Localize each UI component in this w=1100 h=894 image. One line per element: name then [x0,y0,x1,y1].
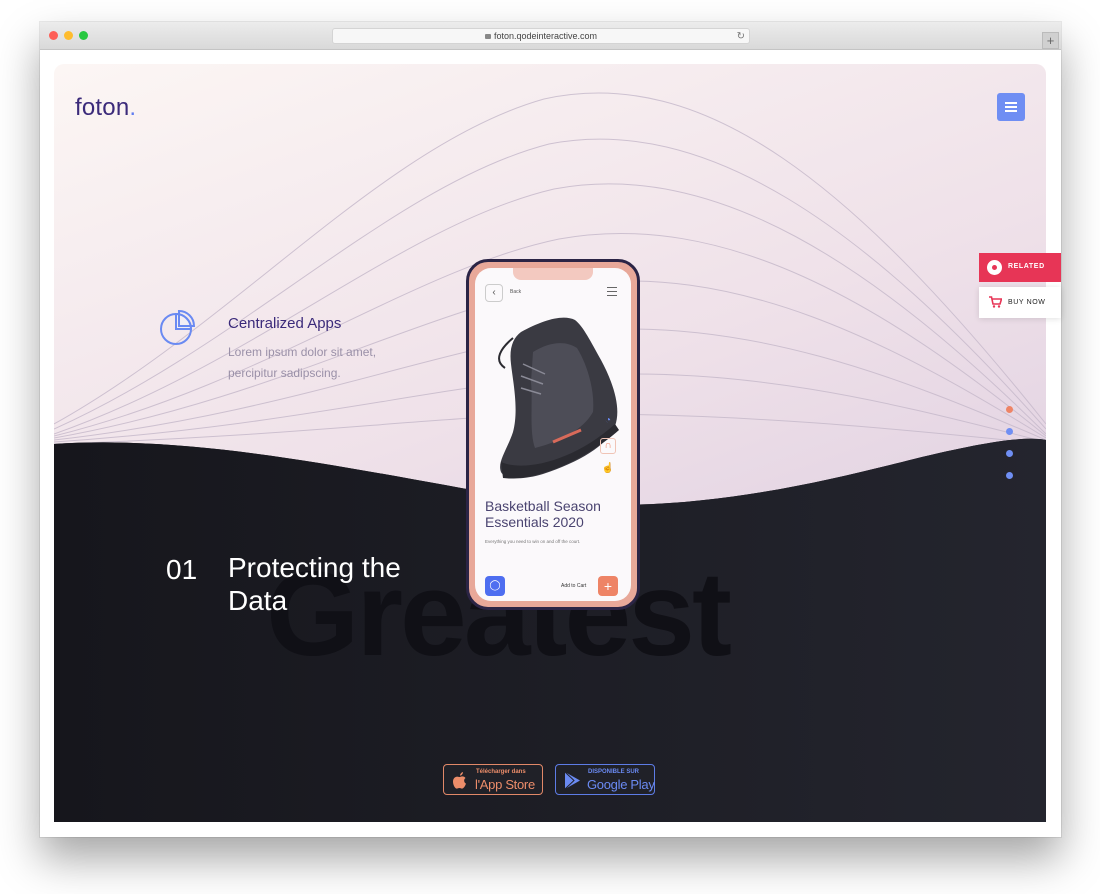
buy-now-label: BUY NOW [1008,299,1046,306]
slide-dot-1[interactable] [1006,406,1013,413]
add-to-cart-button[interactable]: + [598,576,618,596]
chevron-left-icon[interactable]: ‹ [485,284,503,302]
close-window-button[interactable] [49,31,58,40]
logo-dot: . [129,94,137,121]
pie-chart-icon[interactable]: ◔ [600,414,616,430]
slide-dot-2[interactable] [1006,428,1013,435]
related-button[interactable]: RELATED [979,253,1061,282]
browser-titlebar: foton.qodeinteractive.com ↻ + [40,22,1061,50]
add-to-cart-label[interactable]: Add to Cart [561,583,586,589]
feature-title: Centralized Apps [228,315,342,332]
reload-icon[interactable]: ↻ [737,30,745,44]
logo-text: foton [75,94,130,121]
related-label: RELATED [1008,263,1045,270]
product-title: Basketball Season Essentials 2020 [485,498,601,530]
section-heading: Protecting the Data [228,552,401,616]
google-play-icon [564,771,580,790]
apple-icon [453,772,466,789]
back-label: Back [510,289,522,295]
website-viewport: foton. Centralized Apps Lorem ipsum dolo… [54,64,1046,822]
minimize-window-button[interactable] [64,31,73,40]
headphones-icon[interactable]: ∩ [600,438,616,454]
google-play-small-text: DISPONIBLE SUR [588,769,640,775]
app-store-badge[interactable]: Télécharger dans l'App Store [443,764,543,795]
cart-icon [989,296,1002,308]
related-icon [987,260,1002,275]
hamburger-menu-button[interactable] [997,93,1025,121]
thumbs-up-icon[interactable]: ☝ [600,462,616,478]
google-play-text: Google Play [587,777,655,792]
menu-icon[interactable] [607,287,617,296]
phone-screen: ‹ Back ◔ ∩ ☝ Basketball Season Essential… [475,268,631,601]
sneaker-image [498,317,619,479]
site-logo[interactable]: foton. [75,94,136,122]
slide-dot-4[interactable] [1006,472,1013,479]
maximize-window-button[interactable] [79,31,88,40]
section-number: 01 [166,554,198,585]
browser-window: foton.qodeinteractive.com ↻ + foton. Cen… [40,22,1061,837]
product-subtitle: Everything you need to win on and off th… [485,539,581,544]
google-play-badge[interactable]: DISPONIBLE SUR Google Play [555,764,655,795]
app-store-text: l'App Store [475,777,535,792]
url-text: foton.qodeinteractive.com [493,31,598,41]
app-store-small-text: Télécharger dans [476,769,526,775]
pie-chart-icon [160,309,196,345]
address-bar[interactable]: foton.qodeinteractive.com ↻ [332,28,750,44]
lock-icon [484,34,491,39]
feature-text: Lorem ipsum dolor sit amet, percipitur s… [228,345,377,380]
buy-now-button[interactable]: BUY NOW [979,287,1061,318]
phone-mockup: ‹ Back ◔ ∩ ☝ Basketball Season Essential… [466,259,640,610]
new-tab-button[interactable]: + [1042,32,1059,49]
chat-icon[interactable]: ◯ [485,576,505,596]
slide-dot-3[interactable] [1006,450,1013,457]
phone-notch [513,268,593,280]
